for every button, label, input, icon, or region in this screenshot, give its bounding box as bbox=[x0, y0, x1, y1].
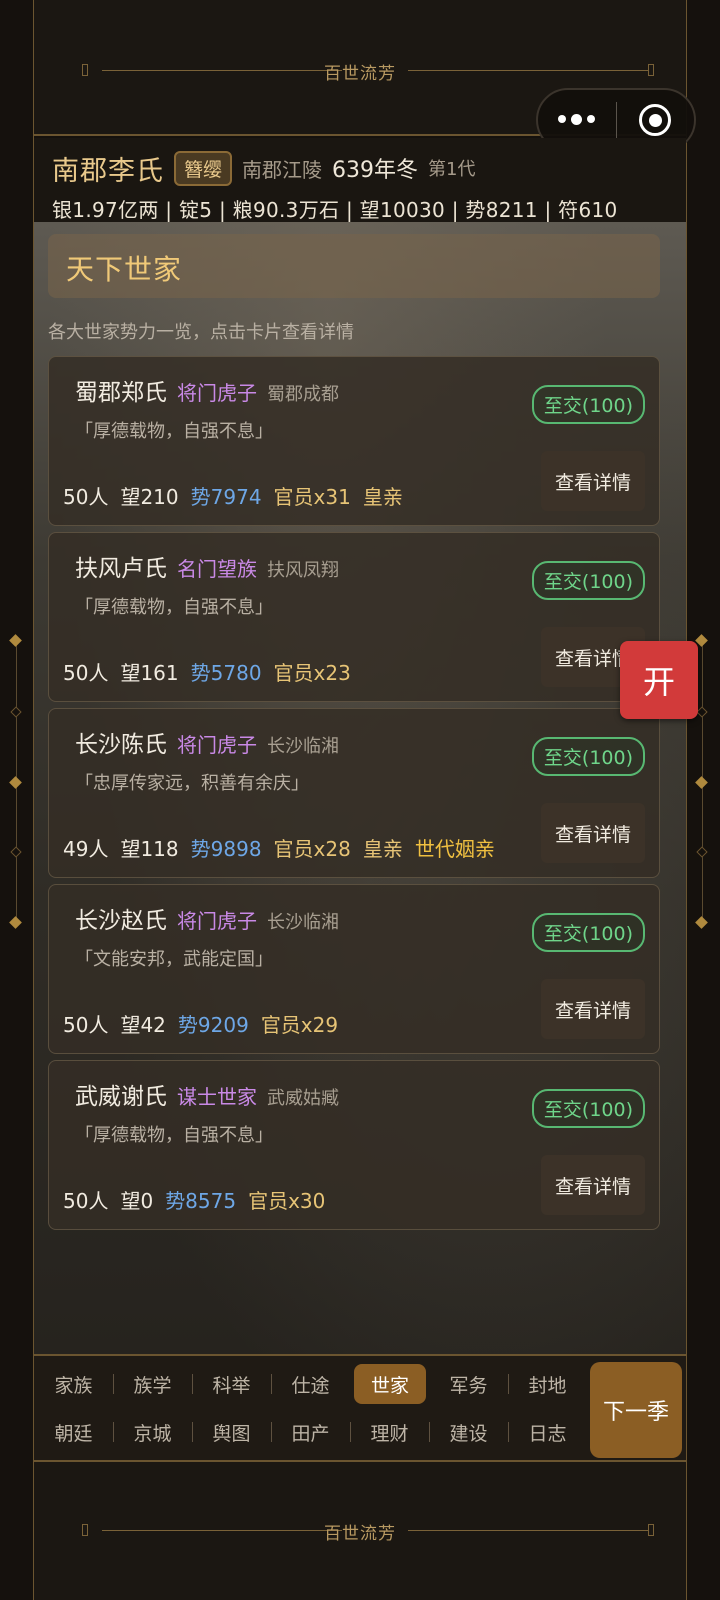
family-officials: 官员x31 bbox=[273, 485, 351, 509]
family-fame: 望0 bbox=[120, 1189, 154, 1213]
next-season-button[interactable]: 下一季 bbox=[590, 1362, 682, 1458]
family-motto: 「厚德载物，自强不息」 bbox=[75, 421, 273, 442]
family-officials: 官员x23 bbox=[273, 661, 351, 685]
tab-family[interactable]: 家族 bbox=[34, 1364, 113, 1404]
tab-construction[interactable]: 建设 bbox=[429, 1412, 508, 1452]
banner-rule bbox=[408, 1530, 648, 1531]
family-motto: 「文能安邦，武能定国」 bbox=[75, 949, 273, 970]
banner-title: 百世流芳 bbox=[324, 64, 396, 84]
tab-military[interactable]: 军务 bbox=[429, 1364, 508, 1404]
tab-finance[interactable]: 理财 bbox=[350, 1412, 429, 1452]
tab-fief[interactable]: 封地 bbox=[508, 1364, 587, 1404]
tab-noble-families[interactable]: 世家 bbox=[354, 1364, 426, 1404]
page-title: 天下世家 bbox=[48, 234, 660, 298]
clan-name: 南郡李氏 bbox=[52, 155, 164, 187]
family-power: 势7974 bbox=[190, 485, 262, 509]
left-side-ornament bbox=[0, 634, 34, 929]
banner-title: 百世流芳 bbox=[324, 1524, 396, 1544]
family-card[interactable]: 长沙赵氏 将门虎子 长沙临湘 「文能安邦，武能定国」 至交(100) 50人 望… bbox=[48, 884, 660, 1054]
family-type: 谋士世家 bbox=[177, 1085, 257, 1109]
tab-estates[interactable]: 田产 bbox=[271, 1412, 350, 1452]
tab-career[interactable]: 仕途 bbox=[271, 1364, 350, 1404]
clan-location: 南郡江陵 bbox=[242, 157, 323, 182]
family-type: 将门虎子 bbox=[177, 733, 257, 757]
family-power: 势8575 bbox=[165, 1189, 237, 1213]
tab-map[interactable]: 舆图 bbox=[192, 1412, 271, 1452]
family-place: 长沙临湘 bbox=[267, 912, 339, 933]
family-tag: 皇亲 bbox=[362, 837, 403, 861]
family-place: 扶风凤翔 bbox=[267, 560, 339, 581]
family-place: 武威姑臧 bbox=[267, 1088, 339, 1109]
family-type: 名门望族 bbox=[177, 557, 257, 581]
family-people: 50人 bbox=[63, 1189, 109, 1213]
family-type: 将门虎子 bbox=[177, 909, 257, 933]
family-name: 蜀郡郑氏 bbox=[75, 380, 167, 406]
family-officials: 官员x30 bbox=[248, 1189, 326, 1213]
relation-badge: 至交(100) bbox=[531, 385, 645, 424]
view-details-button[interactable]: 查看详情 bbox=[541, 979, 645, 1039]
family-name: 长沙赵氏 bbox=[75, 908, 167, 934]
tab-log[interactable]: 日志 bbox=[508, 1412, 587, 1452]
family-power: 势9898 bbox=[190, 837, 262, 861]
main-content: 天下世家 各大世家势力一览，点击卡片查看详情 蜀郡郑氏 将门虎子 蜀郡成都 「厚… bbox=[34, 222, 686, 1354]
family-place: 蜀郡成都 bbox=[267, 384, 339, 405]
tab-capital[interactable]: 京城 bbox=[113, 1412, 192, 1452]
family-fame: 望118 bbox=[120, 837, 179, 861]
family-type: 将门虎子 bbox=[177, 381, 257, 405]
relation-badge: 至交(100) bbox=[531, 913, 645, 952]
view-details-button[interactable]: 查看详情 bbox=[541, 451, 645, 511]
tab-clan-school[interactable]: 族学 bbox=[113, 1364, 192, 1404]
banner-end-cap bbox=[648, 64, 654, 76]
game-date: 639年冬 bbox=[332, 158, 419, 183]
view-details-button[interactable]: 查看详情 bbox=[541, 1155, 645, 1215]
family-name: 武威谢氏 bbox=[75, 1084, 167, 1110]
family-people: 50人 bbox=[63, 1013, 109, 1037]
family-power: 势5780 bbox=[190, 661, 262, 685]
family-card[interactable]: 蜀郡郑氏 将门虎子 蜀郡成都 「厚德载物，自强不息」 至交(100) 50人 望… bbox=[48, 356, 660, 526]
family-people: 50人 bbox=[63, 485, 109, 509]
tab-court[interactable]: 朝廷 bbox=[34, 1412, 113, 1452]
family-place: 长沙临湘 bbox=[267, 736, 339, 757]
relation-badge: 至交(100) bbox=[531, 1089, 645, 1128]
banner-rule bbox=[408, 70, 648, 71]
clan-header: 南郡李氏 簪缨 南郡江陵 639年冬 第1代 银1.97亿两 | 锭5 | 粮9… bbox=[34, 138, 686, 222]
relation-badge: 至交(100) bbox=[531, 737, 645, 776]
family-name: 扶风卢氏 bbox=[75, 556, 167, 582]
family-people: 50人 bbox=[63, 661, 109, 685]
family-power: 势9209 bbox=[177, 1013, 249, 1037]
family-tag: 皇亲 bbox=[362, 485, 403, 509]
relation-badge: 至交(100) bbox=[531, 561, 645, 600]
family-officials: 官员x28 bbox=[273, 837, 351, 861]
family-fame: 望42 bbox=[120, 1013, 166, 1037]
family-name: 长沙陈氏 bbox=[75, 732, 167, 758]
close-miniprogram-icon[interactable] bbox=[617, 104, 695, 136]
view-details-button[interactable]: 查看详情 bbox=[541, 803, 645, 863]
bottom-banner: 百世流芳 bbox=[34, 1460, 686, 1600]
family-officials: 官员x29 bbox=[260, 1013, 339, 1037]
family-fame: 望161 bbox=[120, 661, 179, 685]
family-card[interactable]: 扶风卢氏 名门望族 扶风凤翔 「厚德载物，自强不息」 至交(100) 50人 望… bbox=[48, 532, 660, 702]
family-fame: 望210 bbox=[120, 485, 179, 509]
generation: 第1代 bbox=[428, 159, 476, 180]
more-menu-icon[interactable] bbox=[538, 114, 616, 125]
family-card[interactable]: 长沙陈氏 将门虎子 长沙临湘 「忠厚传家远，积善有余庆」 至交(100) 49人… bbox=[48, 708, 660, 878]
page-subtitle: 各大世家势力一览，点击卡片查看详情 bbox=[48, 322, 354, 343]
bottom-tab-bar: 家族 族学 科举 仕途 世家 军务 封地 朝廷 京城 舆图 田产 理财 建设 日… bbox=[34, 1354, 686, 1460]
tab-imperial-exam[interactable]: 科举 bbox=[192, 1364, 271, 1404]
open-float-button[interactable]: 开 bbox=[620, 641, 698, 719]
resource-bar: 银1.97亿两 | 锭5 | 粮90.3万石 | 望10030 | 势8211 … bbox=[52, 198, 618, 222]
family-tag: 世代姻亲 bbox=[414, 837, 495, 861]
banner-end-cap bbox=[648, 1524, 654, 1536]
family-motto: 「忠厚传家远，积善有余庆」 bbox=[75, 773, 309, 794]
family-motto: 「厚德载物，自强不息」 bbox=[75, 1125, 273, 1146]
family-motto: 「厚德载物，自强不息」 bbox=[75, 597, 273, 618]
rank-badge: 簪缨 bbox=[174, 150, 233, 186]
family-people: 49人 bbox=[63, 837, 109, 861]
family-card[interactable]: 武威谢氏 谋士世家 武威姑臧 「厚德载物，自强不息」 至交(100) 50人 望… bbox=[48, 1060, 660, 1230]
